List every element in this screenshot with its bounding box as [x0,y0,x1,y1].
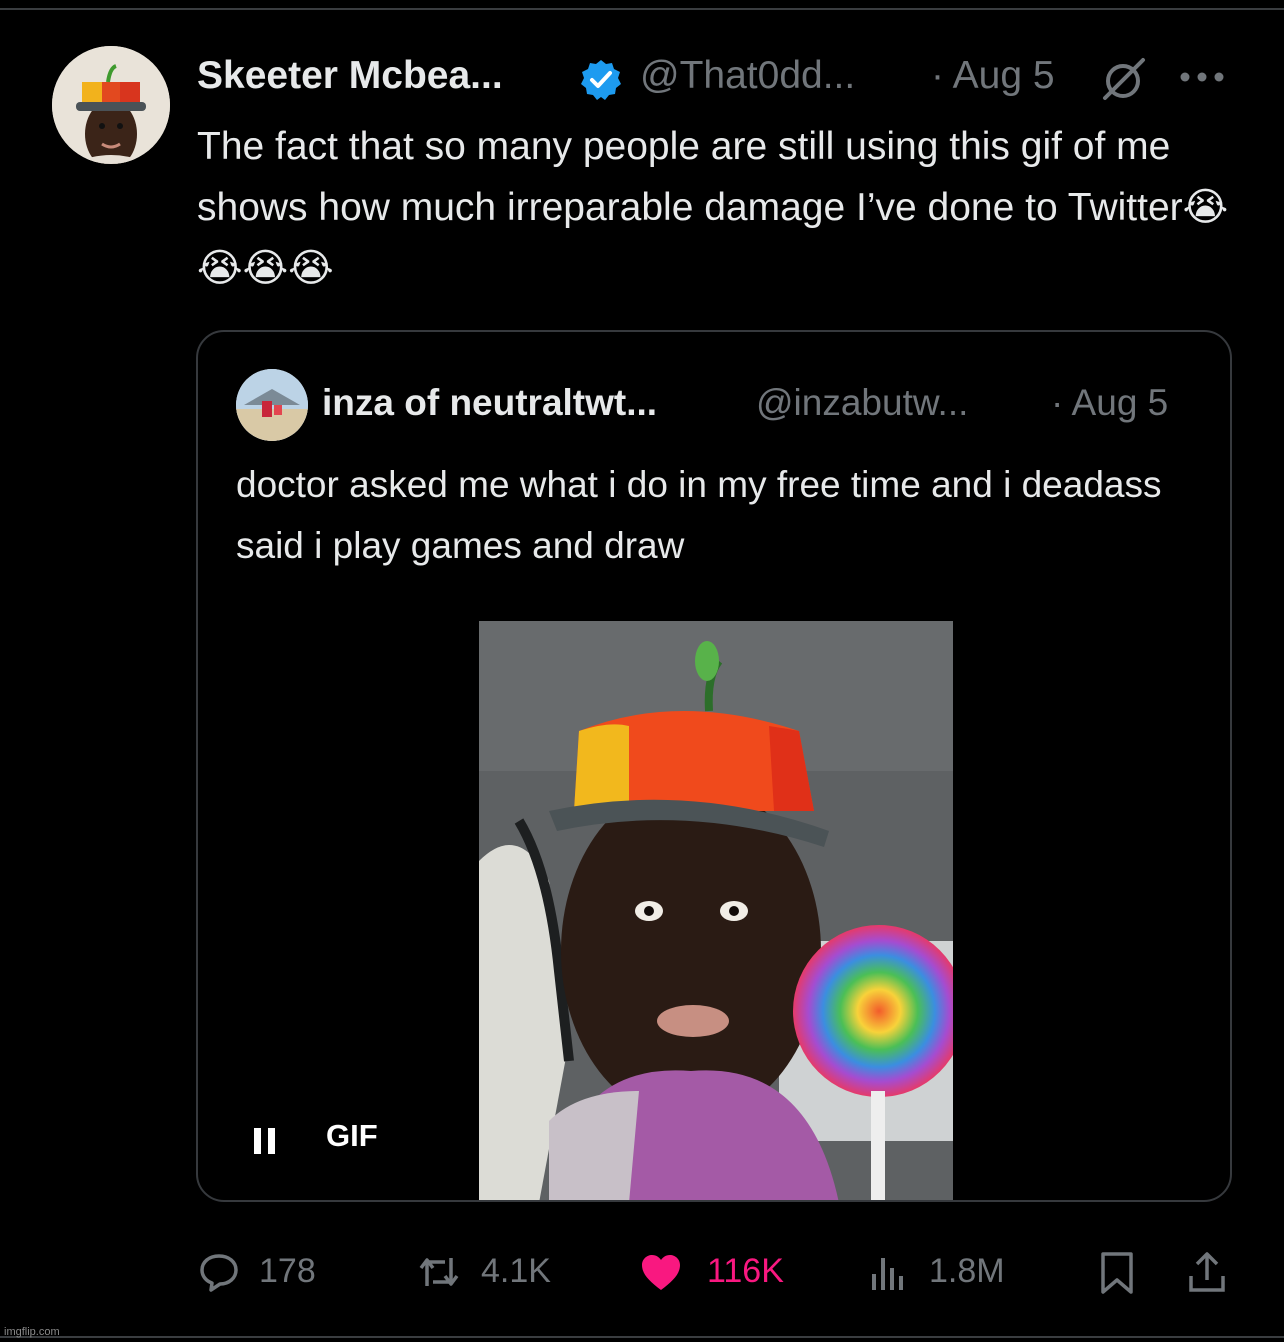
retweet-button[interactable]: 4.1K [417,1248,577,1298]
retweet-count: 4.1K [481,1252,551,1290]
watermark: imgflip.com [4,1326,60,1338]
tweet-header: Skeeter Mcbea... @That0dd... · Aug 5 [197,52,1237,104]
like-icon [639,1250,683,1294]
like-count: 116K [707,1252,784,1290]
views-button[interactable]: 1.8M [867,1248,1037,1298]
views-icon [867,1250,911,1294]
pause-icon[interactable] [251,1122,281,1158]
bookmark-button[interactable] [1095,1248,1139,1298]
more-icon[interactable] [1175,62,1229,92]
gif-media[interactable] [479,621,953,1200]
quoted-author-avatar[interactable] [236,369,308,441]
reply-count: 178 [259,1252,316,1290]
bottom-divider [0,1336,1284,1338]
top-divider [0,8,1284,10]
reply-icon [197,1250,241,1294]
author-avatar[interactable] [52,46,170,164]
like-button[interactable]: 116K [639,1248,809,1298]
author-name[interactable]: Skeeter Mcbea... [197,54,503,98]
bookmark-icon [1095,1250,1139,1294]
reply-button[interactable]: 178 [197,1248,337,1298]
grok-icon[interactable] [1099,54,1149,104]
quoted-author-name[interactable]: inza of neutraltwt... [322,382,657,424]
tweet-actions: 178 4.1K 116K 1.8M [197,1248,1237,1298]
tweet-text: The fact that so many people are still u… [197,125,1229,290]
tweet-date[interactable]: · Aug 5 [931,54,1055,98]
verified-badge-icon [579,58,623,102]
author-handle[interactable]: @That0dd... [640,54,855,98]
share-button[interactable] [1185,1248,1229,1298]
quoted-tweet-date[interactable]: · Aug 5 [1051,382,1168,424]
retweet-icon [417,1250,461,1294]
quoted-tweet-card[interactable]: inza of neutraltwt... @inzabutw... · Aug… [196,330,1232,1202]
views-count: 1.8M [929,1252,1005,1290]
gif-badge: GIF [326,1118,378,1153]
quoted-tweet-text: doctor asked me what i do in my free tim… [236,464,1162,566]
quoted-author-handle[interactable]: @inzabutw... [756,382,968,424]
share-icon [1185,1250,1229,1294]
